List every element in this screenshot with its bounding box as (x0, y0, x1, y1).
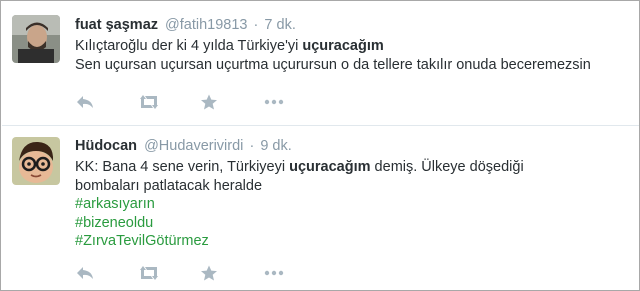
separator: · (253, 17, 259, 33)
tweet[interactable]: fuat şaşmaz @fatih19813 · 7 dk. Kılıçtar… (2, 2, 639, 124)
text-segment: demiş. Ülkeye döşediği (370, 159, 524, 175)
retweet-icon[interactable] (138, 94, 160, 110)
tweet-text: KK: Bana 4 sene verin, Türkiyeyi uçuraca… (75, 158, 633, 251)
tweet-timestamp[interactable]: 7 dk. (264, 17, 295, 33)
avatar[interactable] (12, 15, 60, 63)
separator: · (249, 138, 255, 154)
user-fullname[interactable]: fuat şaşmaz (75, 17, 158, 33)
hashtag-link[interactable]: #bizeneoldu (75, 214, 633, 233)
tweet-header: Hüdocan @Hudaverivirdi · 9 dk. (75, 136, 633, 156)
hashtag-link[interactable]: #ZırvaTevilGötürmez (75, 232, 633, 251)
timeline: fuat şaşmaz @fatih19813 · 7 dk. Kılıçtar… (0, 0, 640, 291)
retweet-icon[interactable] (138, 265, 160, 281)
tweet-text-line: Kılıçtaroğlu der ki 4 yılda Türkiye'yi u… (75, 37, 633, 56)
tweet-text: Kılıçtaroğlu der ki 4 yılda Türkiye'yi u… (75, 37, 633, 74)
text-highlight: uçuracağım (289, 159, 371, 175)
text-segment: Sen uçursan uçursan uçurtma uçurursun o … (75, 56, 591, 73)
hashtag-link[interactable]: #arkasıyarın (75, 195, 633, 214)
user-handle[interactable]: @Hudaverivirdi (144, 138, 243, 154)
tweet[interactable]: Hüdocan @Hudaverivirdi · 9 dk. KK: Bana … (2, 125, 639, 290)
reply-icon[interactable] (75, 94, 97, 110)
avatar[interactable] (12, 137, 60, 185)
tweet-text-line: Sen uçursan uçursan uçurtma uçurursun o … (75, 56, 633, 75)
favorite-icon[interactable] (200, 265, 222, 281)
more-icon[interactable] (263, 94, 285, 110)
reply-icon[interactable] (75, 265, 97, 281)
text-segment: Kılıçtaroğlu der ki 4 yılda Türkiye'yi (75, 38, 303, 54)
user-handle[interactable]: @fatih19813 (165, 17, 247, 33)
user-fullname[interactable]: Hüdocan (75, 138, 137, 154)
tweet-timestamp[interactable]: 9 dk. (260, 138, 291, 154)
tweet-text-line: bombaları patlatacak heralde (75, 177, 633, 196)
text-highlight: uçuracağım (302, 38, 384, 54)
tweet-text-line: KK: Bana 4 sene verin, Türkiyeyi uçuraca… (75, 158, 633, 177)
favorite-icon[interactable] (200, 94, 222, 110)
text-segment: KK: Bana 4 sene verin, Türkiyeyi (75, 159, 290, 175)
text-segment: bombaları patlatacak heralde (75, 177, 263, 194)
more-icon[interactable] (263, 265, 285, 281)
tweet-header: fuat şaşmaz @fatih19813 · 7 dk. (75, 15, 633, 35)
